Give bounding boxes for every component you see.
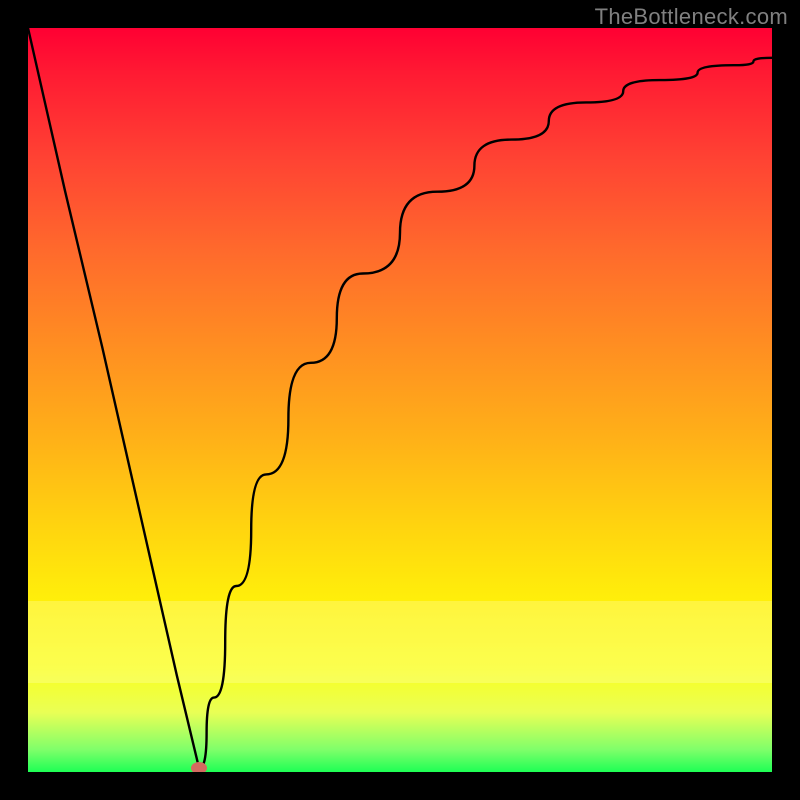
bottleneck-curve-path [28,28,772,768]
plot-area [28,28,772,772]
minimum-marker [191,762,207,772]
curve-svg [28,28,772,772]
watermark-text: TheBottleneck.com [595,4,788,30]
chart-frame: TheBottleneck.com [0,0,800,800]
